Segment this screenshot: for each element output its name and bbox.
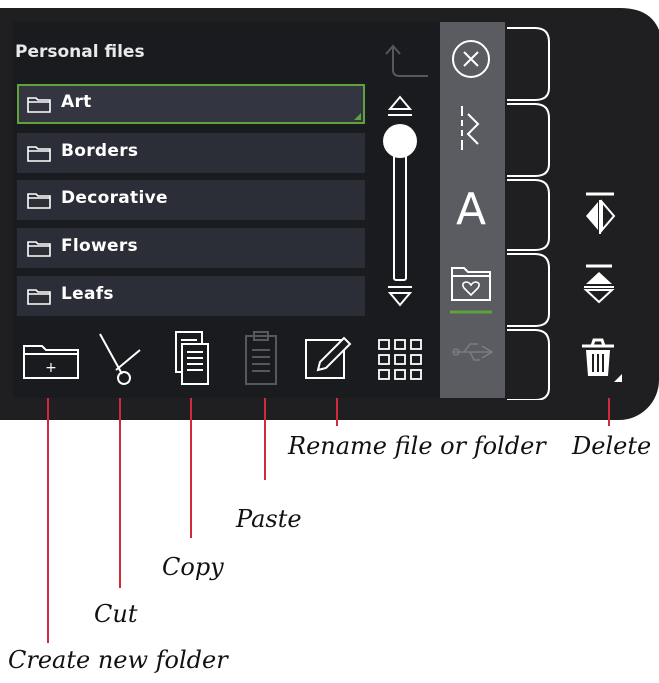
callout-line-cut bbox=[119, 398, 121, 588]
paste-icon[interactable] bbox=[242, 330, 282, 390]
mirror-side-icon[interactable] bbox=[580, 190, 620, 240]
list-item-folder-flowers[interactable]: Flowers bbox=[17, 228, 365, 268]
folder-label: Flowers bbox=[61, 236, 138, 256]
callout-copy: Copy bbox=[162, 553, 224, 581]
scroll-down-icon bbox=[387, 292, 413, 307]
personal-files-icon[interactable] bbox=[448, 262, 494, 318]
folder-label: Borders bbox=[61, 141, 139, 161]
page-title: Personal files bbox=[15, 42, 145, 62]
svg-text:A: A bbox=[456, 184, 486, 230]
delete-icon[interactable] bbox=[580, 336, 624, 386]
list-item-folder-art[interactable]: Art bbox=[17, 84, 365, 124]
callout-rename: Rename file or folder bbox=[288, 432, 546, 460]
copy-icon[interactable] bbox=[172, 330, 212, 390]
font-icon[interactable]: A bbox=[453, 180, 489, 230]
edge-mark bbox=[2, 100, 10, 120]
scroll-up-icon bbox=[387, 95, 413, 110]
new-folder-icon[interactable]: + bbox=[22, 340, 80, 380]
callout-line-create-folder bbox=[47, 398, 49, 643]
rename-icon[interactable] bbox=[304, 334, 358, 382]
callout-paste: Paste bbox=[236, 505, 302, 533]
callout-line-paste bbox=[264, 398, 266, 480]
callout-line-copy bbox=[190, 398, 192, 538]
folder-icon bbox=[27, 241, 51, 257]
usb-icon[interactable] bbox=[452, 340, 496, 364]
folder-icon bbox=[27, 146, 51, 162]
folder-icon bbox=[27, 289, 51, 305]
mirror-end-icon[interactable] bbox=[582, 262, 618, 308]
callout-line-rename bbox=[336, 398, 338, 426]
folder-icon bbox=[27, 97, 51, 113]
callout-delete: Delete bbox=[572, 432, 652, 460]
callout-line-delete bbox=[608, 398, 610, 426]
list-item-folder-borders[interactable]: Borders bbox=[17, 133, 365, 173]
folder-icon bbox=[27, 193, 51, 209]
folder-label: Leafs bbox=[61, 284, 114, 304]
svg-text:+: + bbox=[45, 360, 57, 376]
scrollbar[interactable] bbox=[380, 95, 430, 315]
folder-label: Decorative bbox=[61, 188, 168, 208]
list-item-folder-decorative[interactable]: Decorative bbox=[17, 180, 365, 220]
callout-create-new-folder: Create new folder bbox=[8, 646, 228, 674]
grid-view-icon[interactable] bbox=[377, 338, 429, 382]
stitch-icon[interactable] bbox=[456, 104, 484, 154]
back-arrow-icon[interactable] bbox=[376, 32, 432, 80]
cut-icon[interactable] bbox=[96, 330, 144, 388]
callout-cut: Cut bbox=[94, 600, 138, 628]
selection-corner-mark bbox=[354, 113, 361, 120]
folder-label: Art bbox=[61, 92, 92, 112]
list-item-folder-leafs[interactable]: Leafs bbox=[17, 276, 365, 316]
hardware-tabs bbox=[507, 27, 550, 400]
close-icon[interactable] bbox=[450, 38, 492, 80]
scroll-thumb bbox=[383, 124, 417, 158]
